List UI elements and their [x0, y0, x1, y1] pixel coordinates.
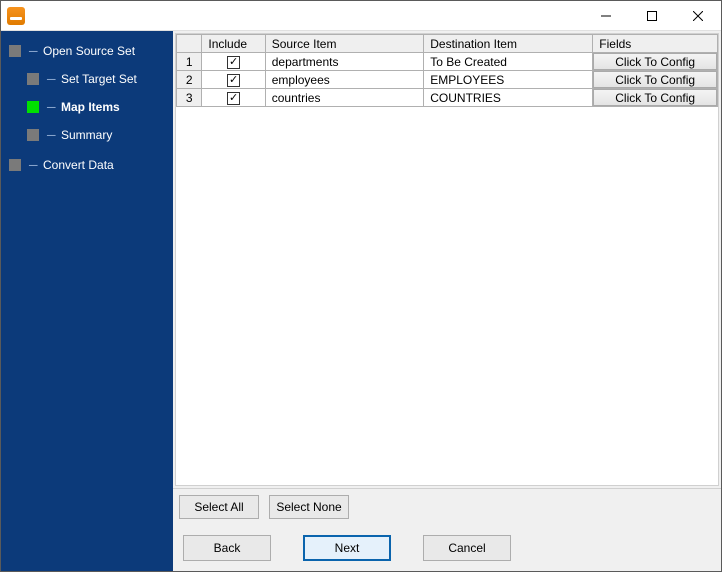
dest-cell[interactable]: EMPLOYEES [424, 71, 593, 89]
config-fields-button[interactable]: Click To Config [593, 53, 717, 70]
include-checkbox[interactable]: ✓ [227, 74, 240, 87]
sidebar-item[interactable]: ─Summary [27, 125, 169, 145]
tree-connector-icon: ─ [47, 100, 61, 114]
dest-cell[interactable]: To Be Created [424, 53, 593, 71]
col-header-fields[interactable]: Fields [593, 35, 718, 53]
sidebar-root-open-source-set[interactable]: ─ Open Source Set [9, 41, 169, 61]
titlebar [1, 1, 721, 31]
fields-cell: Click To Config [593, 89, 718, 107]
tree-connector-icon: ─ [47, 128, 61, 142]
tree-connector-icon: ─ [47, 72, 61, 86]
minimize-button[interactable] [583, 1, 629, 30]
wizard-sidebar: ─ Open Source Set ─Set Target Set─Map It… [1, 31, 173, 571]
row-number-cell[interactable]: 3 [177, 89, 202, 107]
grid-container: Include Source Item Destination Item Fie… [175, 33, 719, 486]
row-number-cell[interactable]: 2 [177, 71, 202, 89]
main-panel: Include Source Item Destination Item Fie… [173, 31, 721, 571]
col-header-rownum[interactable] [177, 35, 202, 53]
node-icon [27, 101, 39, 113]
sidebar-item-label: Set Target Set [61, 72, 137, 86]
sidebar-item[interactable]: ─Set Target Set [27, 69, 169, 89]
maximize-button[interactable] [629, 1, 675, 30]
sidebar-label: Open Source Set [43, 44, 135, 58]
node-icon [9, 159, 21, 171]
table-row: 1 ✓ departmentsTo Be CreatedClick To Confi… [177, 53, 718, 71]
items-grid: Include Source Item Destination Item Fie… [176, 34, 718, 107]
source-cell[interactable]: countries [265, 89, 423, 107]
dest-cell[interactable]: COUNTRIES [424, 89, 593, 107]
include-checkbox[interactable]: ✓ [227, 56, 240, 69]
include-cell[interactable]: ✓ [202, 89, 265, 107]
sidebar-item[interactable]: ─Map Items [27, 97, 169, 117]
back-button[interactable]: Back [183, 535, 271, 561]
cancel-button[interactable]: Cancel [423, 535, 511, 561]
row-number-cell[interactable]: 1 [177, 53, 202, 71]
node-icon [27, 129, 39, 141]
fields-cell: Click To Config [593, 53, 718, 71]
source-cell[interactable]: employees [265, 71, 423, 89]
col-header-include[interactable]: Include [202, 35, 265, 53]
wizard-nav: Back Next Cancel [173, 525, 721, 571]
table-row: 2 ✓ employeesEMPLOYEESClick To Config [177, 71, 718, 89]
select-all-button[interactable]: Select All [179, 495, 259, 519]
source-cell[interactable]: departments [265, 53, 423, 71]
include-cell[interactable]: ✓ [202, 53, 265, 71]
col-header-source[interactable]: Source Item [265, 35, 423, 53]
node-icon [9, 45, 21, 57]
sidebar-label: Convert Data [43, 158, 114, 172]
table-row: 3 ✓ countriesCOUNTRIESClick To Config [177, 89, 718, 107]
sidebar-root-convert-data[interactable]: ─ Convert Data [9, 155, 169, 175]
selection-toolbar: Select All Select None [173, 488, 721, 525]
tree-connector-icon: ─ [29, 158, 43, 172]
config-fields-button[interactable]: Click To Config [593, 89, 717, 106]
tree-connector-icon: ─ [29, 44, 43, 58]
sidebar-item-label: Map Items [61, 100, 120, 114]
include-checkbox[interactable]: ✓ [227, 92, 240, 105]
app-icon [7, 7, 25, 25]
select-none-button[interactable]: Select None [269, 495, 349, 519]
sidebar-item-label: Summary [61, 128, 112, 142]
node-icon [27, 73, 39, 85]
config-fields-button[interactable]: Click To Config [593, 71, 717, 88]
close-button[interactable] [675, 1, 721, 30]
next-button[interactable]: Next [303, 535, 391, 561]
include-cell[interactable]: ✓ [202, 71, 265, 89]
col-header-dest[interactable]: Destination Item [424, 35, 593, 53]
fields-cell: Click To Config [593, 71, 718, 89]
